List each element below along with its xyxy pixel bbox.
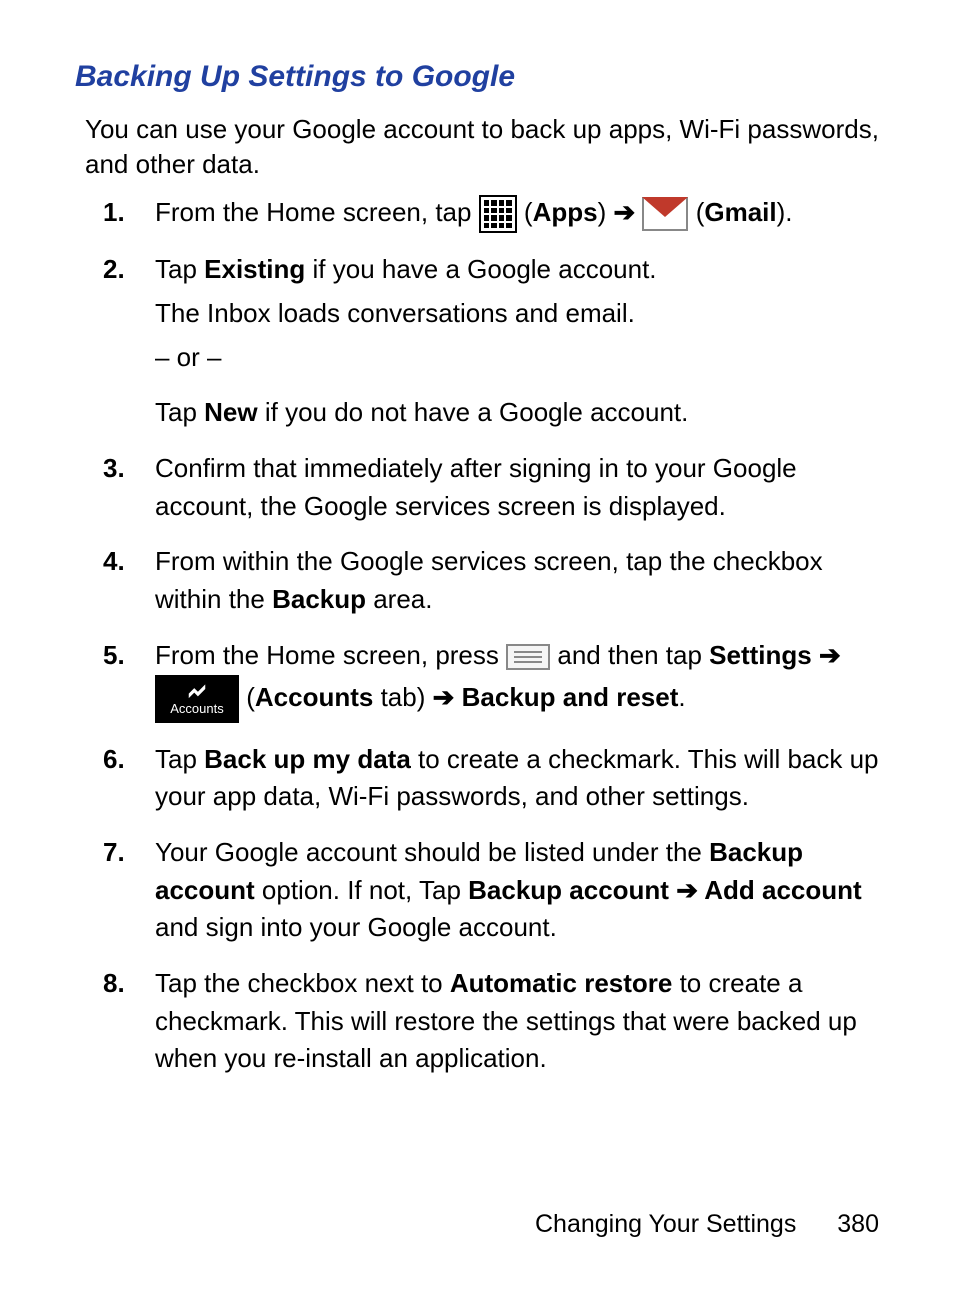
arrow-icon: ➔ — [606, 197, 642, 227]
step-subtext: The Inbox loads conversations and email. — [155, 295, 879, 333]
backup-label: Backup — [272, 584, 366, 614]
step-text: Tap — [155, 744, 204, 774]
step-number: 2. — [103, 251, 155, 432]
step-4: 4. From within the Google services scree… — [103, 543, 879, 618]
step-number: 4. — [103, 543, 155, 618]
step-2: 2. Tap Existing if you have a Google acc… — [103, 251, 879, 432]
apps-icon — [479, 195, 517, 233]
step-5: 5. From the Home screen, press and then … — [103, 637, 879, 723]
settings-label: Settings — [709, 640, 812, 670]
step-text: Tap — [155, 397, 204, 427]
gmail-label: Gmail — [704, 197, 776, 227]
backup-account-label2: Backup account — [468, 875, 669, 905]
step-6: 6. Tap Back up my data to create a check… — [103, 741, 879, 816]
gmail-icon — [642, 197, 688, 231]
step-text: Your Google account should be listed und… — [155, 837, 709, 867]
automatic-restore-label: Automatic restore — [450, 968, 673, 998]
step-number: 1. — [103, 194, 155, 233]
step-number: 3. — [103, 450, 155, 525]
step-1: 1. From the Home screen, tap (Apps) ➔ (G… — [103, 194, 879, 233]
accounts-tab-label: Accounts — [255, 681, 373, 711]
page-number: 380 — [837, 1210, 879, 1238]
step-7: 7. Your Google account should be listed … — [103, 834, 879, 947]
section-heading: Backing Up Settings to Google — [75, 60, 879, 94]
intro-text: You can use your Google account to back … — [85, 112, 879, 182]
arrow-icon: ➔ — [425, 681, 461, 711]
add-account-label: Add account — [704, 875, 861, 905]
step-text: Tap — [155, 254, 204, 284]
step-text: From the Home screen, tap — [155, 197, 479, 227]
existing-label: Existing — [204, 254, 305, 284]
step-text: and sign into your Google account. — [155, 912, 557, 942]
step-text: if you have a Google account. — [305, 254, 656, 284]
backup-reset-label: Backup and reset — [462, 681, 679, 711]
step-8: 8. Tap the checkbox next to Automatic re… — [103, 965, 879, 1078]
apps-label: Apps — [533, 197, 598, 227]
step-number: 7. — [103, 834, 155, 947]
back-up-my-data-label: Back up my data — [204, 744, 411, 774]
step-text: Tap the checkbox next to — [155, 968, 450, 998]
page-footer: Changing Your Settings 380 — [535, 1210, 879, 1239]
step-text: tab) — [373, 681, 425, 711]
step-text: Confirm that immediately after signing i… — [155, 450, 879, 525]
step-text: From the Home screen, press — [155, 640, 506, 670]
footer-section: Changing Your Settings — [535, 1210, 796, 1238]
step-number: 5. — [103, 637, 155, 723]
accounts-tab-icon: Accounts — [155, 675, 239, 723]
arrow-icon: ➔ — [812, 640, 841, 670]
new-label: New — [204, 397, 257, 427]
step-text: From within the Google services screen, … — [155, 546, 823, 614]
step-text: and then tap — [557, 640, 709, 670]
step-text: option. If not, Tap — [255, 875, 468, 905]
step-number: 8. — [103, 965, 155, 1078]
step-text: if you do not have a Google account. — [258, 397, 689, 427]
accounts-icon-label: Accounts — [170, 700, 223, 719]
step-text: area. — [366, 584, 433, 614]
menu-icon — [506, 644, 550, 670]
step-number: 6. — [103, 741, 155, 816]
step-or: – or – — [155, 339, 879, 377]
step-3: 3. Confirm that immediately after signin… — [103, 450, 879, 525]
steps-list: 1. From the Home screen, tap (Apps) ➔ (G… — [75, 194, 879, 1078]
arrow-icon: ➔ — [669, 875, 704, 905]
